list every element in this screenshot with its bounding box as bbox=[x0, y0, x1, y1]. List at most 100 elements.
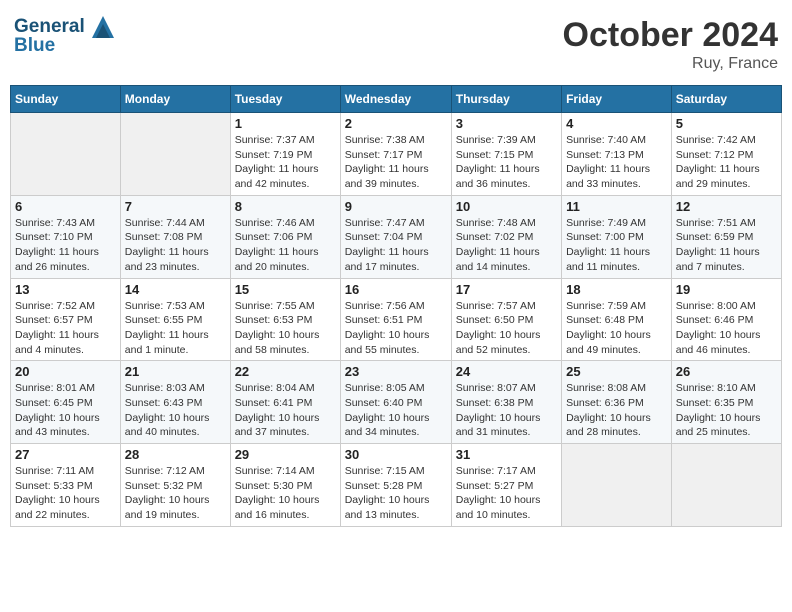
day-number: 1 bbox=[235, 116, 336, 131]
day-of-week-header: Monday bbox=[120, 86, 230, 113]
calendar-cell: 10Sunrise: 7:48 AMSunset: 7:02 PMDayligh… bbox=[451, 195, 561, 278]
day-info: Sunrise: 7:17 AMSunset: 5:27 PMDaylight:… bbox=[456, 464, 557, 523]
calendar-cell: 19 Sunrise: 8:00 AMSunset: 6:46 PMDayligh… bbox=[671, 278, 781, 361]
calendar-cell: 2Sunrise: 7:38 AMSunset: 7:17 PMDaylight… bbox=[340, 113, 451, 196]
logo-icon bbox=[92, 16, 114, 38]
calendar-cell: 24Sunrise: 8:07 AMSunset: 6:38 PMDayligh… bbox=[451, 361, 561, 444]
calendar-cell bbox=[671, 444, 781, 527]
day-info: Sunrise: 7:44 AMSunset: 7:08 PMDaylight:… bbox=[125, 216, 226, 275]
day-of-week-header: Friday bbox=[562, 86, 672, 113]
day-number: 30 bbox=[345, 447, 447, 462]
day-info: Sunrise: 7:53 AMSunset: 6:55 PMDaylight:… bbox=[125, 299, 226, 358]
day-info: Sunrise: 8:03 AMSunset: 6:43 PMDaylight:… bbox=[125, 381, 226, 440]
calendar-week-row: 1Sunrise: 7:37 AMSunset: 7:19 PMDaylight… bbox=[11, 113, 782, 196]
calendar-week-row: 27 Sunrise: 7:11 AMSunset: 5:33 PMDayligh… bbox=[11, 444, 782, 527]
day-info: Sunrise: 7:14 AMSunset: 5:30 PMDaylight:… bbox=[235, 464, 336, 523]
day-info: Sunrise: 7:55 AMSunset: 6:53 PMDaylight:… bbox=[235, 299, 336, 358]
calendar-week-row: 20 Sunrise: 8:01 AMSunset: 6:45 PMDayligh… bbox=[11, 361, 782, 444]
calendar-cell: 8 Sunrise: 7:46 AMSunset: 7:06 PMDaylight… bbox=[230, 195, 340, 278]
calendar-cell: 11 Sunrise: 7:49 AMSunset: 7:00 PMDayligh… bbox=[562, 195, 672, 278]
calendar-cell: 14 Sunrise: 7:53 AMSunset: 6:55 PMDayligh… bbox=[120, 278, 230, 361]
day-info: Sunrise: 7:38 AMSunset: 7:17 PMDaylight:… bbox=[345, 133, 447, 192]
day-number: 9 bbox=[345, 199, 447, 214]
calendar-header-row: SundayMondayTuesdayWednesdayThursdayFrid… bbox=[11, 86, 782, 113]
day-of-week-header: Saturday bbox=[671, 86, 781, 113]
calendar-cell: 21 Sunrise: 8:03 AMSunset: 6:43 PMDayligh… bbox=[120, 361, 230, 444]
day-info: Sunrise: 7:47 AMSunset: 7:04 PMDaylight:… bbox=[345, 216, 447, 275]
day-number: 5 bbox=[676, 116, 777, 131]
day-number: 24 bbox=[456, 364, 557, 379]
calendar-cell: 7 Sunrise: 7:44 AMSunset: 7:08 PMDaylight… bbox=[120, 195, 230, 278]
day-number: 29 bbox=[235, 447, 336, 462]
day-number: 20 bbox=[15, 364, 116, 379]
day-info: Sunrise: 8:08 AMSunset: 6:36 PMDaylight:… bbox=[566, 381, 667, 440]
day-number: 27 bbox=[15, 447, 116, 462]
day-number: 17 bbox=[456, 282, 557, 297]
page-header: General Blue October 2024 Ruy, France bbox=[10, 10, 782, 79]
calendar-cell: 30 Sunrise: 7:15 AMSunset: 5:28 PMDayligh… bbox=[340, 444, 451, 527]
day-number: 7 bbox=[125, 199, 226, 214]
day-info: Sunrise: 7:12 AMSunset: 5:32 PMDaylight:… bbox=[125, 464, 226, 523]
day-number: 28 bbox=[125, 447, 226, 462]
calendar-cell bbox=[11, 113, 121, 196]
calendar-cell: 29 Sunrise: 7:14 AMSunset: 5:30 PMDayligh… bbox=[230, 444, 340, 527]
day-info: Sunrise: 7:56 AMSunset: 6:51 PMDaylight:… bbox=[345, 299, 447, 358]
day-info: Sunrise: 7:52 AMSunset: 6:57 PMDaylight:… bbox=[15, 299, 116, 358]
day-info: Sunrise: 7:39 AMSunset: 7:15 PMDaylight:… bbox=[456, 133, 557, 192]
calendar-cell: 25 Sunrise: 8:08 AMSunset: 6:36 PMDayligh… bbox=[562, 361, 672, 444]
calendar-cell: 3 Sunrise: 7:39 AMSunset: 7:15 PMDaylight… bbox=[451, 113, 561, 196]
calendar-week-row: 6 Sunrise: 7:43 AMSunset: 7:10 PMDaylight… bbox=[11, 195, 782, 278]
day-info: Sunrise: 8:10 AMSunset: 6:35 PMDaylight:… bbox=[676, 381, 777, 440]
day-info: Sunrise: 7:46 AMSunset: 7:06 PMDaylight:… bbox=[235, 216, 336, 275]
day-info: Sunrise: 7:43 AMSunset: 7:10 PMDaylight:… bbox=[15, 216, 116, 275]
day-info: Sunrise: 7:59 AMSunset: 6:48 PMDaylight:… bbox=[566, 299, 667, 358]
location-title: Ruy, France bbox=[563, 55, 778, 73]
day-info: Sunrise: 8:05 AMSunset: 6:40 PMDaylight:… bbox=[345, 381, 447, 440]
calendar-cell: 28 Sunrise: 7:12 AMSunset: 5:32 PMDayligh… bbox=[120, 444, 230, 527]
calendar-cell: 12 Sunrise: 7:51 AMSunset: 6:59 PMDayligh… bbox=[671, 195, 781, 278]
day-of-week-header: Sunday bbox=[11, 86, 121, 113]
calendar-cell: 5Sunrise: 7:42 AMSunset: 7:12 PMDaylight… bbox=[671, 113, 781, 196]
day-info: Sunrise: 7:51 AMSunset: 6:59 PMDaylight:… bbox=[676, 216, 777, 275]
day-info: Sunrise: 7:48 AMSunset: 7:02 PMDaylight:… bbox=[456, 216, 557, 275]
calendar-cell: 26 Sunrise: 8:10 AMSunset: 6:35 PMDayligh… bbox=[671, 361, 781, 444]
month-title: October 2024 bbox=[563, 16, 778, 55]
day-info: Sunrise: 8:01 AMSunset: 6:45 PMDaylight:… bbox=[15, 381, 116, 440]
day-number: 21 bbox=[125, 364, 226, 379]
day-number: 19 bbox=[676, 282, 777, 297]
calendar-cell: 22Sunrise: 8:04 AMSunset: 6:41 PMDayligh… bbox=[230, 361, 340, 444]
calendar-table: SundayMondayTuesdayWednesdayThursdayFrid… bbox=[10, 85, 782, 527]
calendar-cell bbox=[120, 113, 230, 196]
calendar-cell: 13 Sunrise: 7:52 AMSunset: 6:57 PMDayligh… bbox=[11, 278, 121, 361]
day-number: 8 bbox=[235, 199, 336, 214]
day-of-week-header: Thursday bbox=[451, 86, 561, 113]
day-number: 26 bbox=[676, 364, 777, 379]
day-number: 11 bbox=[566, 199, 667, 214]
calendar-cell: 16 Sunrise: 7:56 AMSunset: 6:51 PMDayligh… bbox=[340, 278, 451, 361]
day-of-week-header: Tuesday bbox=[230, 86, 340, 113]
day-info: Sunrise: 7:49 AMSunset: 7:00 PMDaylight:… bbox=[566, 216, 667, 275]
calendar-cell: 15 Sunrise: 7:55 AMSunset: 6:53 PMDayligh… bbox=[230, 278, 340, 361]
day-info: Sunrise: 8:00 AMSunset: 6:46 PMDaylight:… bbox=[676, 299, 777, 358]
day-number: 12 bbox=[676, 199, 777, 214]
day-number: 4 bbox=[566, 116, 667, 131]
day-number: 25 bbox=[566, 364, 667, 379]
day-number: 16 bbox=[345, 282, 447, 297]
day-number: 15 bbox=[235, 282, 336, 297]
calendar-cell: 20 Sunrise: 8:01 AMSunset: 6:45 PMDayligh… bbox=[11, 361, 121, 444]
day-number: 3 bbox=[456, 116, 557, 131]
day-number: 6 bbox=[15, 199, 116, 214]
day-number: 18 bbox=[566, 282, 667, 297]
day-number: 23 bbox=[345, 364, 447, 379]
day-info: Sunrise: 7:40 AMSunset: 7:13 PMDaylight:… bbox=[566, 133, 667, 192]
title-block: October 2024 Ruy, France bbox=[563, 16, 778, 73]
day-number: 14 bbox=[125, 282, 226, 297]
calendar-cell: 1Sunrise: 7:37 AMSunset: 7:19 PMDaylight… bbox=[230, 113, 340, 196]
day-info: Sunrise: 7:57 AMSunset: 6:50 PMDaylight:… bbox=[456, 299, 557, 358]
calendar-cell: 27 Sunrise: 7:11 AMSunset: 5:33 PMDayligh… bbox=[11, 444, 121, 527]
calendar-cell bbox=[562, 444, 672, 527]
day-number: 13 bbox=[15, 282, 116, 297]
day-number: 31 bbox=[456, 447, 557, 462]
day-info: Sunrise: 7:15 AMSunset: 5:28 PMDaylight:… bbox=[345, 464, 447, 523]
day-info: Sunrise: 7:11 AMSunset: 5:33 PMDaylight:… bbox=[15, 464, 116, 523]
